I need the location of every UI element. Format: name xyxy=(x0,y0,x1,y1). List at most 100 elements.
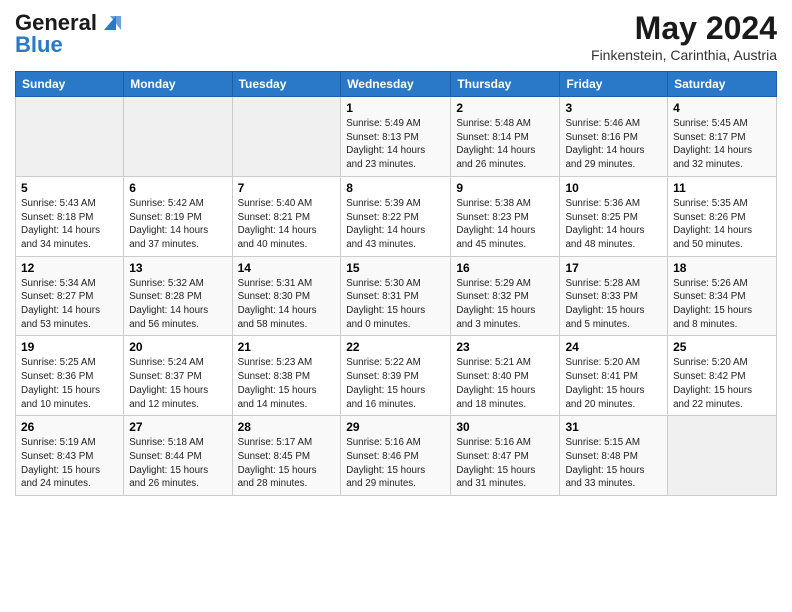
table-row: 11 Sunrise: 5:35 AMSunset: 8:26 PMDayligh… xyxy=(668,176,777,256)
day-info: Sunrise: 5:16 AMSunset: 8:46 PMDaylight:… xyxy=(346,436,445,491)
table-row: 31 Sunrise: 5:15 AMSunset: 8:48 PMDayligh… xyxy=(560,416,668,496)
main-title: May 2024 xyxy=(591,10,777,47)
day-number: 5 xyxy=(21,181,118,195)
day-number: 3 xyxy=(565,101,662,115)
table-row xyxy=(124,97,232,177)
table-row: 25 Sunrise: 5:20 AMSunset: 8:42 PMDayligh… xyxy=(668,336,777,416)
table-row: 26 Sunrise: 5:19 AMSunset: 8:43 PMDayligh… xyxy=(16,416,124,496)
calendar-week-1: 1 Sunrise: 5:49 AMSunset: 8:13 PMDaylight… xyxy=(16,97,777,177)
day-number: 23 xyxy=(456,340,554,354)
day-number: 16 xyxy=(456,261,554,275)
table-row xyxy=(16,97,124,177)
table-row: 20Sunrise: 5:24 AMSunset: 8:37 PMDayligh… xyxy=(124,336,232,416)
day-info: Sunrise: 5:38 AMSunset: 8:23 PMDaylight:… xyxy=(456,197,554,252)
day-number: 18 xyxy=(673,261,771,275)
table-row: 19 Sunrise: 5:25 AMSunset: 8:36 PMDayligh… xyxy=(16,336,124,416)
day-number: 17 xyxy=(565,261,662,275)
col-tuesday: Tuesday xyxy=(232,72,341,97)
logo: General Blue xyxy=(15,10,121,58)
day-number: 29 xyxy=(346,420,445,434)
day-number: 25 xyxy=(673,340,771,354)
day-info: Sunrise: 5:17 AMSunset: 8:45 PMDaylight:… xyxy=(238,436,336,491)
day-info: Sunrise: 5:31 AMSunset: 8:30 PMDaylight:… xyxy=(238,277,336,332)
day-info: Sunrise: 5:28 AMSunset: 8:33 PMDaylight:… xyxy=(565,277,662,332)
table-row: 1 Sunrise: 5:49 AMSunset: 8:13 PMDaylight… xyxy=(341,97,451,177)
table-row: 22Sunrise: 5:22 AMSunset: 8:39 PMDayligh… xyxy=(341,336,451,416)
day-info: Sunrise: 5:30 AMSunset: 8:31 PMDaylight:… xyxy=(346,277,445,332)
calendar-week-3: 12Sunrise: 5:34 AMSunset: 8:27 PMDayligh… xyxy=(16,256,777,336)
day-info: Sunrise: 5:32 AMSunset: 8:28 PMDaylight:… xyxy=(129,277,226,332)
day-number: 11 xyxy=(673,181,771,195)
table-row: 6Sunrise: 5:42 AMSunset: 8:19 PMDaylight… xyxy=(124,176,232,256)
table-row: 14 Sunrise: 5:31 AMSunset: 8:30 PMDayligh… xyxy=(232,256,341,336)
header: General Blue May 2024 Finkenstein, Carin… xyxy=(15,10,777,63)
day-number: 15 xyxy=(346,261,445,275)
day-number: 2 xyxy=(456,101,554,115)
day-info: Sunrise: 5:48 AMSunset: 8:14 PMDaylight:… xyxy=(456,117,554,172)
table-row: 16 Sunrise: 5:29 AMSunset: 8:32 PMDayligh… xyxy=(451,256,560,336)
logo-blue: Blue xyxy=(15,32,63,58)
day-number: 19 xyxy=(21,340,118,354)
table-row: 17 Sunrise: 5:28 AMSunset: 8:33 PMDayligh… xyxy=(560,256,668,336)
day-number: 6 xyxy=(129,181,226,195)
day-info: Sunrise: 5:24 AMSunset: 8:37 PMDaylight:… xyxy=(129,356,226,411)
day-info: Sunrise: 5:20 AMSunset: 8:41 PMDaylight:… xyxy=(565,356,662,411)
day-info: Sunrise: 5:25 AMSunset: 8:36 PMDaylight:… xyxy=(21,356,118,411)
day-number: 1 xyxy=(346,101,445,115)
calendar-header-row: Sunday Monday Tuesday Wednesday Thursday… xyxy=(16,72,777,97)
day-info: Sunrise: 5:23 AMSunset: 8:38 PMDaylight:… xyxy=(238,356,336,411)
table-row: 10 Sunrise: 5:36 AMSunset: 8:25 PMDayligh… xyxy=(560,176,668,256)
table-row: 15 Sunrise: 5:30 AMSunset: 8:31 PMDayligh… xyxy=(341,256,451,336)
day-info: Sunrise: 5:35 AMSunset: 8:26 PMDaylight:… xyxy=(673,197,771,252)
col-monday: Monday xyxy=(124,72,232,97)
day-number: 24 xyxy=(565,340,662,354)
col-sunday: Sunday xyxy=(16,72,124,97)
day-number: 8 xyxy=(346,181,445,195)
day-info: Sunrise: 5:19 AMSunset: 8:43 PMDaylight:… xyxy=(21,436,118,491)
table-row: 30 Sunrise: 5:16 AMSunset: 8:47 PMDayligh… xyxy=(451,416,560,496)
day-info: Sunrise: 5:43 AMSunset: 8:18 PMDaylight:… xyxy=(21,197,118,252)
calendar-table: Sunday Monday Tuesday Wednesday Thursday… xyxy=(15,71,777,496)
day-info: Sunrise: 5:20 AMSunset: 8:42 PMDaylight:… xyxy=(673,356,771,411)
day-info: Sunrise: 5:36 AMSunset: 8:25 PMDaylight:… xyxy=(565,197,662,252)
day-number: 13 xyxy=(129,261,226,275)
table-row: 7 Sunrise: 5:40 AMSunset: 8:21 PMDaylight… xyxy=(232,176,341,256)
day-number: 31 xyxy=(565,420,662,434)
title-block: May 2024 Finkenstein, Carinthia, Austria xyxy=(591,10,777,63)
day-info: Sunrise: 5:16 AMSunset: 8:47 PMDaylight:… xyxy=(456,436,554,491)
table-row: 12Sunrise: 5:34 AMSunset: 8:27 PMDayligh… xyxy=(16,256,124,336)
day-number: 10 xyxy=(565,181,662,195)
day-number: 30 xyxy=(456,420,554,434)
day-info: Sunrise: 5:39 AMSunset: 8:22 PMDaylight:… xyxy=(346,197,445,252)
table-row: 9 Sunrise: 5:38 AMSunset: 8:23 PMDaylight… xyxy=(451,176,560,256)
col-wednesday: Wednesday xyxy=(341,72,451,97)
day-number: 21 xyxy=(238,340,336,354)
day-info: Sunrise: 5:49 AMSunset: 8:13 PMDaylight:… xyxy=(346,117,445,172)
calendar-week-2: 5 Sunrise: 5:43 AMSunset: 8:18 PMDaylight… xyxy=(16,176,777,256)
day-number: 22 xyxy=(346,340,445,354)
table-row: 23 Sunrise: 5:21 AMSunset: 8:40 PMDayligh… xyxy=(451,336,560,416)
table-row: 29 Sunrise: 5:16 AMSunset: 8:46 PMDayligh… xyxy=(341,416,451,496)
calendar-week-5: 26 Sunrise: 5:19 AMSunset: 8:43 PMDayligh… xyxy=(16,416,777,496)
day-number: 27 xyxy=(129,420,226,434)
table-row: 2 Sunrise: 5:48 AMSunset: 8:14 PMDaylight… xyxy=(451,97,560,177)
day-info: Sunrise: 5:40 AMSunset: 8:21 PMDaylight:… xyxy=(238,197,336,252)
day-info: Sunrise: 5:34 AMSunset: 8:27 PMDaylight:… xyxy=(21,277,118,332)
table-row: 8 Sunrise: 5:39 AMSunset: 8:22 PMDaylight… xyxy=(341,176,451,256)
day-info: Sunrise: 5:21 AMSunset: 8:40 PMDaylight:… xyxy=(456,356,554,411)
calendar-week-4: 19 Sunrise: 5:25 AMSunset: 8:36 PMDayligh… xyxy=(16,336,777,416)
day-info: Sunrise: 5:29 AMSunset: 8:32 PMDaylight:… xyxy=(456,277,554,332)
table-row: 28Sunrise: 5:17 AMSunset: 8:45 PMDayligh… xyxy=(232,416,341,496)
page: General Blue May 2024 Finkenstein, Carin… xyxy=(0,0,792,612)
table-row: 3Sunrise: 5:46 AMSunset: 8:16 PMDaylight… xyxy=(560,97,668,177)
day-number: 9 xyxy=(456,181,554,195)
day-info: Sunrise: 5:15 AMSunset: 8:48 PMDaylight:… xyxy=(565,436,662,491)
day-info: Sunrise: 5:45 AMSunset: 8:17 PMDaylight:… xyxy=(673,117,771,172)
day-number: 7 xyxy=(238,181,336,195)
day-number: 4 xyxy=(673,101,771,115)
table-row xyxy=(668,416,777,496)
day-number: 14 xyxy=(238,261,336,275)
day-number: 26 xyxy=(21,420,118,434)
subtitle: Finkenstein, Carinthia, Austria xyxy=(591,47,777,63)
col-thursday: Thursday xyxy=(451,72,560,97)
